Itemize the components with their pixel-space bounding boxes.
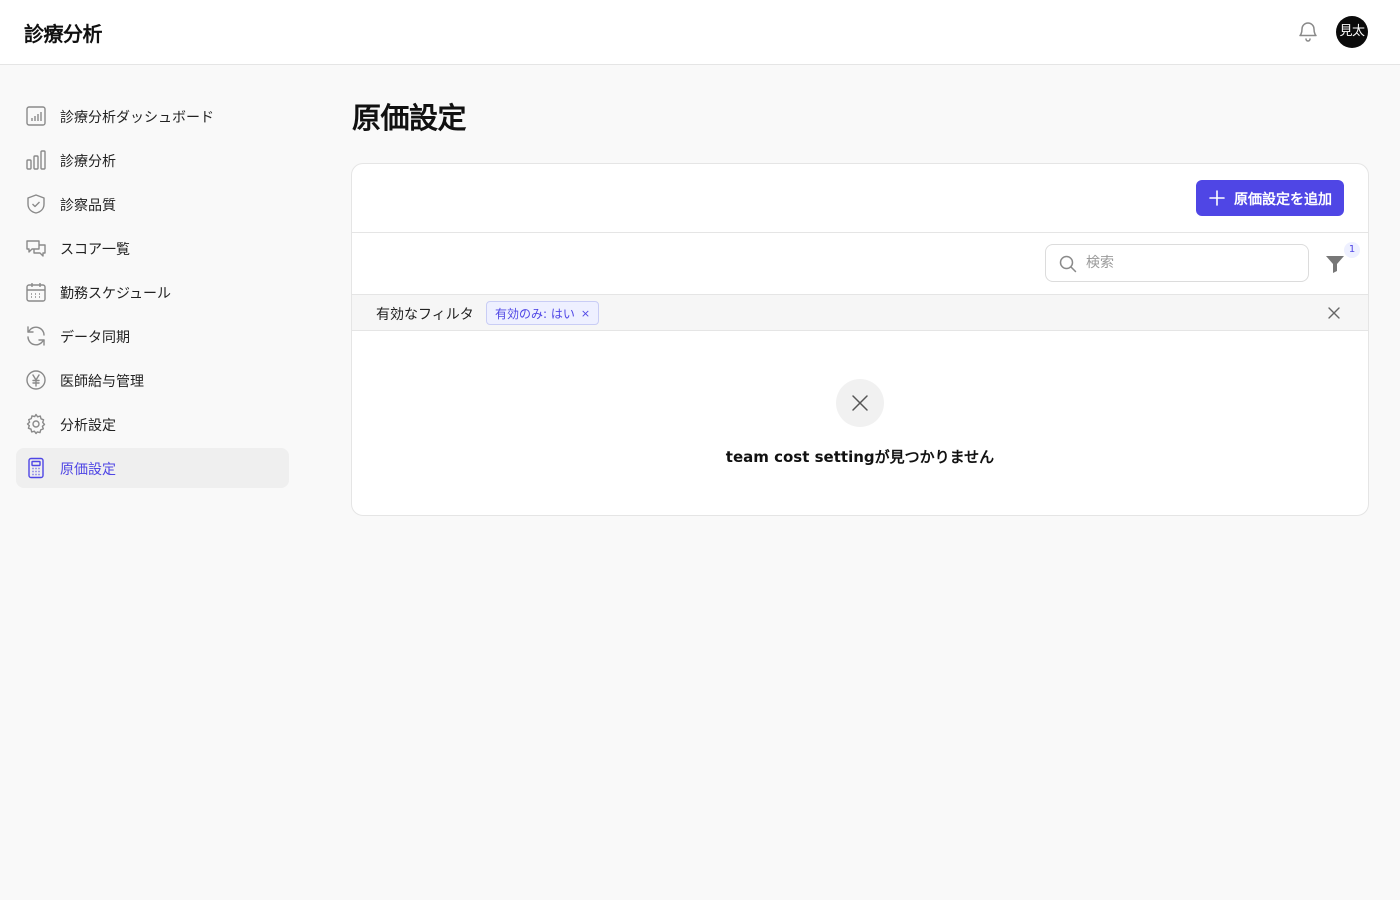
clear-filters-icon[interactable] [1326,305,1342,321]
sidebar-item-label: 医師給与管理 [60,374,144,390]
add-button-label: 原価設定を追加 [1234,192,1332,208]
sidebar-item-scores[interactable]: スコア一覧 [16,228,289,268]
app-title[interactable]: 診療分析 [24,18,103,47]
sidebar-item-label: スコア一覧 [60,242,130,258]
sidebar-item-analysis[interactable]: 診療分析 [16,140,289,180]
empty-state-icon-circle [836,379,884,427]
sidebar-item-label: 診療分析 [60,154,116,170]
sidebar-item-label: 原価設定 [60,462,116,478]
close-icon [852,395,868,411]
sidebar-item-doctor-salary[interactable]: 医師給与管理 [16,360,289,400]
sidebar-item-label: 診療分析ダッシュボード [60,110,214,126]
plus-icon [1209,190,1225,206]
sidebar-item-schedule[interactable]: 勤務スケジュール [16,272,289,312]
filter-chip-label: 有効のみ: はい [495,306,575,321]
add-cost-setting-button[interactable]: 原価設定を追加 [1196,180,1344,216]
sidebar-item-label: データ同期 [60,330,130,346]
cost-settings-card: 原価設定を追加 1 有効なフィルタ 有効のみ: はい × team cost s… [351,163,1369,516]
sidebar-item-label: 診察品質 [60,198,116,214]
bar-chart-icon [26,150,46,170]
active-filters-bar: 有効なフィルタ 有効のみ: はい × [352,294,1368,331]
yen-circle-icon [26,370,46,390]
sidebar-item-analysis-settings[interactable]: 分析設定 [16,404,289,444]
calculator-icon [28,457,44,479]
gear-icon [26,413,46,435]
dashboard-chart-icon [26,106,46,126]
search-box[interactable] [1045,244,1309,282]
refresh-icon [27,326,45,346]
sidebar-item-label: 分析設定 [60,418,116,434]
sidebar-item-label: 勤務スケジュール [60,286,172,302]
sidebar-item-cost-settings[interactable]: 原価設定 [16,448,289,488]
avatar[interactable]: 見太 [1336,16,1368,48]
chip-remove-icon[interactable]: × [581,307,590,320]
shield-check-icon [27,194,45,214]
divider [352,232,1368,233]
search-icon [1059,255,1077,273]
sidebar-item-data-sync[interactable]: データ同期 [16,316,289,356]
sidebar-item-quality[interactable]: 診察品質 [16,184,289,224]
calendar-icon [26,283,46,302]
search-input[interactable] [1086,253,1296,273]
sidebar: 診療分析ダッシュボード 診療分析 診察品質 スコア一覧 勤務スケジュール データ… [0,65,305,900]
sidebar-item-dashboard[interactable]: 診療分析ダッシュボード [16,96,289,136]
active-filters-label: 有効なフィルタ [376,307,474,323]
bell-icon[interactable] [1296,20,1320,44]
chat-bubbles-icon [26,240,46,257]
empty-state-message: team cost settingが見つかりません [725,448,995,466]
filter-chip[interactable]: 有効のみ: はい × [486,301,600,325]
page-title: 原価設定 [352,101,467,135]
top-bar: 診療分析 見太 [0,0,1400,65]
filter-count-badge: 1 [1344,242,1360,258]
